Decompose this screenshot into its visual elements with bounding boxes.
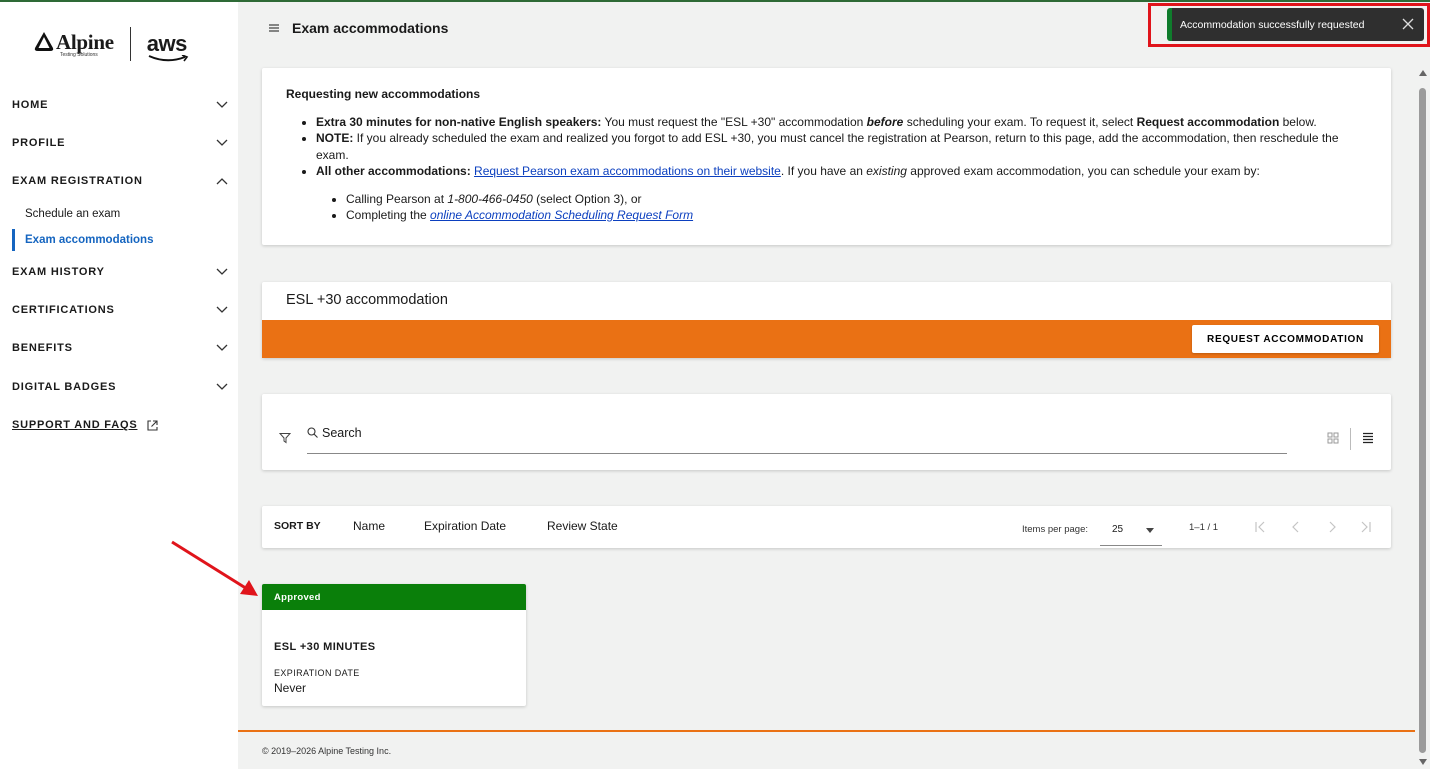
sidebar-item-label: HOME [12, 99, 49, 111]
info-bullet-other: All other accommodations: Request Pearso… [316, 163, 1367, 224]
scroll-down-arrow-icon[interactable] [1419, 759, 1427, 765]
sidebar-item-profile[interactable]: PROFILE [12, 128, 228, 158]
chevron-down-icon [216, 268, 228, 275]
logo-divider [129, 27, 131, 61]
sidebar-subitem-exam-accommodations[interactable]: Exam accommodations [12, 229, 232, 251]
status-badge: Approved [262, 584, 526, 610]
sidebar-item-label: SUPPORT AND FAQS [12, 419, 138, 431]
sort-bar: SORT BY Name Expiration Date Review Stat… [262, 506, 1391, 548]
sidebar-item-label: CERTIFICATIONS [12, 304, 115, 316]
pagination-range: 1–1 / 1 [1189, 522, 1219, 533]
chevron-down-icon [216, 383, 228, 390]
sidebar: Alpine Testing Solutions aws HOME PROFIL… [0, 0, 238, 769]
chevron-down-icon [216, 101, 228, 108]
first-page-icon[interactable] [1253, 520, 1267, 534]
annotation-arrow-icon [171, 540, 258, 596]
close-icon[interactable] [1402, 18, 1414, 30]
filter-icon[interactable] [279, 432, 291, 444]
sort-by-label: SORT BY [274, 520, 321, 532]
expiration-date-value: Never [274, 681, 307, 695]
scroll-up-arrow-icon[interactable] [1419, 70, 1427, 76]
aws-logo-text: aws [146, 31, 188, 56]
grid-view-icon[interactable] [1327, 432, 1339, 444]
next-page-icon[interactable] [1325, 520, 1339, 534]
chevron-up-icon [216, 178, 228, 185]
main-content: Exam accommodations Requesting new accom… [238, 0, 1430, 769]
sidebar-item-label: EXAM REGISTRATION [12, 175, 143, 187]
scrollbar-thumb[interactable] [1419, 88, 1426, 753]
sidebar-item-label: BENEFITS [12, 342, 73, 354]
sidebar-item-benefits[interactable]: BENEFITS [12, 333, 228, 363]
info-bullet-esl: Extra 30 minutes for non-native English … [316, 114, 1367, 131]
external-link-icon [147, 419, 159, 431]
chevron-down-icon [216, 306, 228, 313]
search-card [262, 394, 1391, 470]
chevron-down-icon [216, 344, 228, 351]
sidebar-item-label: PROFILE [12, 137, 66, 149]
alpine-logo[interactable]: Alpine Testing Solutions [32, 30, 114, 58]
info-list: Extra 30 minutes for non-native English … [286, 114, 1367, 224]
aws-smile-icon [148, 55, 188, 62]
esl-accommodation-card: ESL +30 accommodation REQUEST ACCOMMODAT… [262, 282, 1391, 358]
sort-option-expiration-date[interactable]: Expiration Date [424, 519, 506, 533]
alpine-logo-text: Alpine [56, 29, 114, 54]
info-bullet-note: NOTE: If you already scheduled the exam … [316, 130, 1367, 163]
sidebar-item-label: EXAM HISTORY [12, 266, 105, 278]
sidebar-item-certifications[interactable]: CERTIFICATIONS [12, 295, 228, 325]
toast-message: Accommodation successfully requested [1180, 18, 1365, 31]
accommodation-name: ESL +30 MINUTES [274, 641, 376, 653]
sidebar-subitem-schedule-exam[interactable]: Schedule an exam [12, 203, 232, 225]
sort-option-review-state[interactable]: Review State [547, 519, 618, 533]
toast-notification: Accommodation successfully requested [1167, 8, 1424, 41]
scheduling-request-form-link[interactable]: online Accommodation Scheduling Request … [430, 208, 693, 222]
chevron-down-icon [216, 139, 228, 146]
page-title: Exam accommodations [292, 20, 449, 36]
expiration-date-label: EXPIRATION DATE [274, 668, 360, 678]
sidebar-item-home[interactable]: HOME [12, 90, 228, 120]
esl-card-title: ESL +30 accommodation [286, 292, 448, 308]
sidebar-item-exam-registration[interactable]: EXAM REGISTRATION [12, 166, 228, 196]
accommodation-result-card[interactable]: Approved ESL +30 MINUTES EXPIRATION DATE… [262, 584, 526, 706]
search-field [307, 426, 1287, 454]
list-view-icon[interactable] [1362, 432, 1374, 444]
info-sublist: Calling Pearson at 1-800-466-0450 (selec… [316, 191, 1367, 224]
sidebar-item-digital-badges[interactable]: DIGITAL BADGES [12, 372, 228, 402]
sidebar-item-exam-history[interactable]: EXAM HISTORY [12, 257, 228, 287]
items-per-page-select[interactable]: 25 [1100, 518, 1162, 546]
items-per-page-value: 25 [1112, 524, 1124, 535]
vertical-scrollbar[interactable] [1415, 68, 1430, 769]
dropdown-caret-icon [1146, 528, 1154, 533]
info-card: Requesting new accommodations Extra 30 m… [262, 68, 1391, 245]
items-per-page-label: Items per page: [1022, 524, 1089, 535]
logo-row: Alpine Testing Solutions aws [32, 26, 188, 62]
footer-copyright: © 2019–2026 Alpine Testing Inc. [262, 746, 392, 756]
info-subbullet-call: Calling Pearson at 1-800-466-0450 (selec… [346, 191, 1367, 208]
sidebar-subitem-label: Schedule an exam [25, 208, 121, 220]
search-input[interactable] [322, 426, 1222, 440]
search-icon [307, 427, 318, 438]
view-toggle-divider [1350, 428, 1351, 450]
previous-page-icon[interactable] [1289, 520, 1303, 534]
esl-action-bar: REQUEST ACCOMMODATION [262, 320, 1391, 358]
info-subbullet-form: Completing the online Accommodation Sche… [346, 207, 1367, 224]
pearson-accommodations-link[interactable]: Request Pearson exam accommodations on t… [474, 164, 781, 178]
hamburger-menu-icon[interactable] [268, 22, 280, 34]
footer-divider [238, 730, 1415, 732]
sort-option-name[interactable]: Name [353, 519, 385, 533]
info-title: Requesting new accommodations [286, 87, 481, 101]
aws-logo: aws [146, 31, 188, 62]
request-accommodation-button[interactable]: REQUEST ACCOMMODATION [1192, 325, 1379, 353]
sidebar-subitem-label: Exam accommodations [25, 234, 154, 246]
last-page-icon[interactable] [1359, 520, 1373, 534]
sidebar-item-support-faqs[interactable]: SUPPORT AND FAQS [12, 410, 228, 440]
sidebar-item-label: DIGITAL BADGES [12, 381, 117, 393]
alpine-mountain-icon [34, 32, 54, 51]
